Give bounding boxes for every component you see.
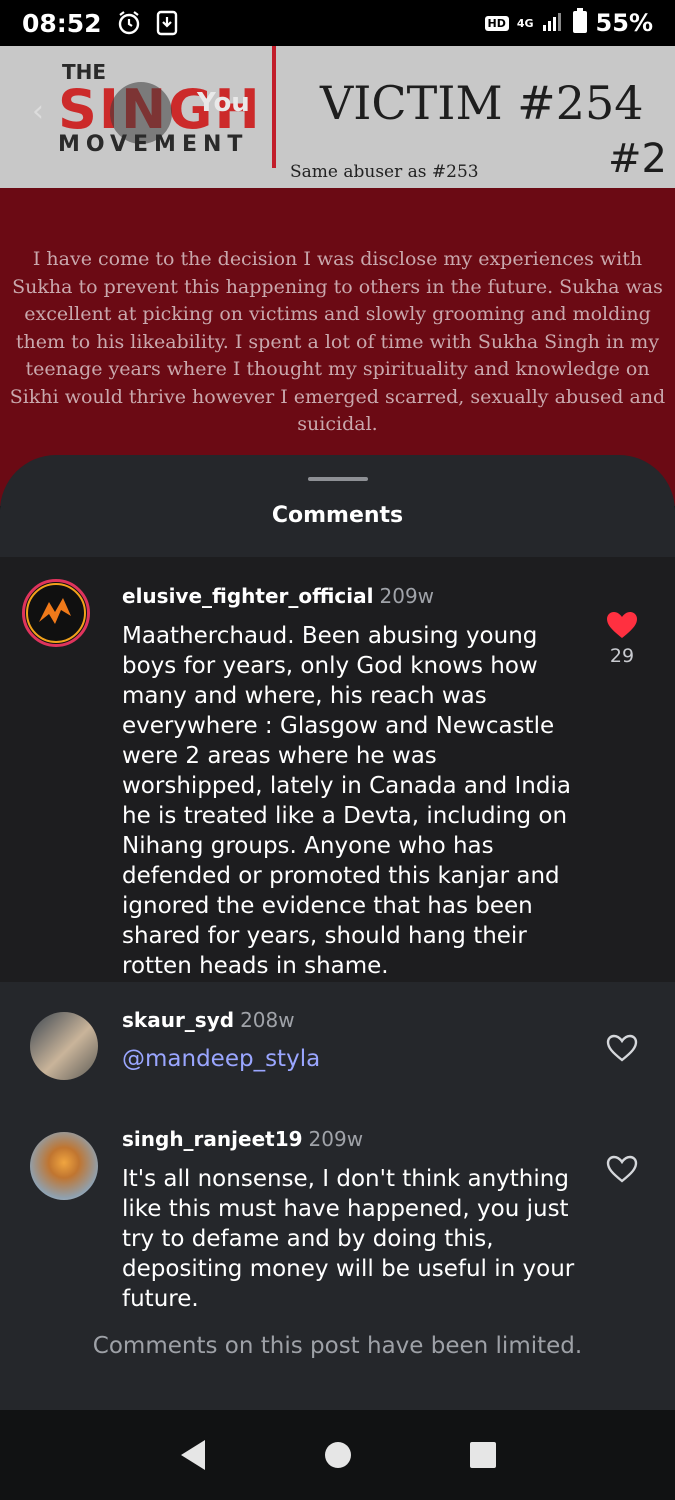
like-count: 29 [609, 645, 635, 667]
comment-time: 208w [240, 1008, 295, 1032]
heart-outline-icon [606, 1034, 638, 1062]
network-type: 4G [516, 16, 534, 30]
comment-username[interactable]: elusive_fighter_official 209w [122, 584, 434, 608]
back-triangle-icon [180, 1440, 205, 1470]
download-icon [156, 10, 178, 36]
heart-outline-icon [606, 1155, 638, 1183]
nav-recents-button[interactable] [463, 1435, 503, 1475]
username-text[interactable]: skaur_syd [122, 1008, 234, 1032]
recents-square-icon [469, 1442, 496, 1468]
heart-filled-icon [607, 612, 637, 638]
fighter-logo-icon [26, 583, 86, 643]
comment-item: skaur_syd 208w @mandeep_styla [0, 982, 675, 1100]
comment-text: It's all nonsense, I don't think anythin… [122, 1166, 575, 1310]
hd-badge: HD [484, 15, 509, 31]
nav-back-button[interactable] [173, 1435, 213, 1475]
like-button[interactable] [604, 1034, 640, 1066]
username-text[interactable]: elusive_fighter_official [122, 584, 374, 608]
battery-percent: 55% [595, 9, 653, 37]
avatar[interactable] [30, 1132, 98, 1200]
post-number: #2 [608, 136, 667, 182]
post-body-text: I have come to the decision I was disclo… [9, 248, 666, 435]
mention-link[interactable]: @mandeep_styla [122, 1044, 582, 1074]
avatar[interactable] [30, 1012, 98, 1080]
comment-text: Maatherchaud. Been abusing young boys fo… [122, 623, 571, 979]
status-time: 08:52 [22, 8, 102, 38]
alarm-icon [116, 10, 142, 36]
post-image: ‹ THE SINGH You MOVEMENT VICTIM #254 Sam… [0, 46, 675, 506]
like-button[interactable] [604, 1155, 640, 1187]
comment-username[interactable]: skaur_syd 208w [122, 1008, 295, 1032]
comments-limited-notice: Comments on this post have been limited. [92, 1333, 583, 1359]
sheet-drag-handle[interactable] [308, 477, 368, 481]
post-title: VICTIM #254 [320, 76, 644, 130]
comments-title: Comments [271, 503, 404, 528]
back-chevron-icon: ‹ [32, 94, 44, 129]
logo-movement: MOVEMENT [58, 132, 249, 157]
singh-movement-logo: ‹ THE SINGH You MOVEMENT [32, 56, 267, 186]
home-circle-icon [324, 1442, 351, 1468]
system-nav-bar [0, 1410, 675, 1500]
avatar[interactable] [22, 579, 90, 647]
logo-overlay-text: You [197, 88, 250, 118]
comment-item: elusive_fighter_official 209w Maatherchau… [0, 557, 675, 982]
comment-item: singh_ranjeet19 209w It's all nonsense, I… [0, 1100, 675, 1310]
status-bar: 08:52 HD 4G 55% [0, 0, 675, 46]
username-text[interactable]: singh_ranjeet19 [122, 1127, 303, 1151]
comment-time: 209w [308, 1127, 364, 1151]
post-subtitle: Same abuser as #253 [290, 162, 479, 182]
comment-username[interactable]: singh_ranjeet19 209w [122, 1127, 363, 1151]
comment-time: 209w [379, 584, 435, 608]
like-button[interactable]: 29 [604, 611, 640, 667]
nav-home-button[interactable] [318, 1435, 358, 1475]
signal-icon [542, 11, 564, 35]
header-divider [272, 46, 276, 168]
post-header-band: ‹ THE SINGH You MOVEMENT VICTIM #254 Sam… [0, 46, 675, 188]
battery-icon [572, 8, 588, 38]
